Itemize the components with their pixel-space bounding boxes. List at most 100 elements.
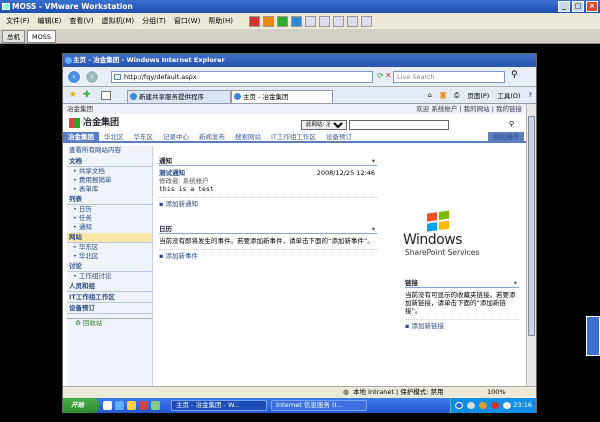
snapshot-icon[interactable] bbox=[305, 15, 317, 27]
ql-item[interactable]: • 日历 bbox=[67, 205, 152, 214]
search-scope-select[interactable]: 此网站: 冶金集团 bbox=[301, 120, 347, 130]
ql-heading-lists[interactable]: 列表 bbox=[67, 195, 152, 205]
menu-help[interactable]: 帮助(H) bbox=[208, 16, 233, 26]
minimize-button[interactable]: _ bbox=[558, 1, 570, 12]
ql-item[interactable]: • 华北区 bbox=[67, 252, 152, 261]
site-title[interactable]: 冶金集团 bbox=[67, 116, 217, 130]
nav-home[interactable]: 冶金集团 bbox=[63, 132, 99, 141]
print-icon[interactable]: ⎙ bbox=[454, 91, 459, 100]
suspend-icon[interactable] bbox=[263, 15, 275, 27]
task-iis[interactable]: Internet 信息服务 (I... bbox=[271, 400, 367, 411]
menu-team[interactable]: 分组(T) bbox=[142, 16, 166, 26]
tray-alert-icon[interactable] bbox=[491, 402, 499, 409]
show-desktop-icon[interactable] bbox=[103, 401, 112, 410]
nav-news[interactable]: 新闻发布 bbox=[194, 132, 230, 141]
menu-window[interactable]: 窗口(W) bbox=[174, 16, 200, 26]
security-zone[interactable]: 本地 Intranet | 保护模式: 禁用 bbox=[353, 387, 444, 398]
ql-heading-discussions[interactable]: 讨论 bbox=[67, 262, 152, 272]
ie-tab-ssp[interactable]: 新建共享服务提供程序 bbox=[127, 90, 231, 103]
add-event-link[interactable]: ▪ 添加新事件 bbox=[159, 249, 377, 260]
help-icon[interactable]: ? bbox=[529, 91, 532, 99]
nav-it-workspace[interactable]: IT工作组工作区 bbox=[266, 132, 321, 141]
tray-network-icon[interactable] bbox=[455, 402, 463, 409]
ql-item[interactable]: • 表单库 bbox=[67, 185, 152, 194]
webpart-menu-icon[interactable]: ▾ bbox=[372, 156, 375, 166]
quick-switch-icon[interactable] bbox=[361, 15, 373, 27]
back-icon[interactable]: ‹ bbox=[67, 70, 81, 84]
add-announcement-link[interactable]: ▪ 添加新通知 bbox=[159, 197, 377, 208]
ql-item[interactable]: • 任务 bbox=[67, 214, 152, 223]
links-title[interactable]: 链接 bbox=[405, 279, 418, 287]
explorer-quicklaunch-icon[interactable] bbox=[127, 401, 136, 410]
site-search-input[interactable] bbox=[349, 120, 449, 130]
side-gadget[interactable] bbox=[586, 316, 600, 356]
feeds-icon[interactable]: ◙ bbox=[440, 91, 446, 99]
tab-moss[interactable]: MOSS bbox=[27, 29, 56, 43]
maximize-button[interactable]: □ bbox=[572, 1, 584, 12]
page-menu[interactable]: 页面(P) bbox=[467, 90, 489, 100]
refresh-icon[interactable]: ⟳ bbox=[377, 71, 384, 80]
power-on-icon[interactable] bbox=[277, 15, 289, 27]
ql-heading-sites[interactable]: 网站 bbox=[67, 233, 152, 243]
menu-file[interactable]: 文件(F) bbox=[6, 16, 30, 26]
tray-volume-icon[interactable] bbox=[467, 402, 475, 409]
site-actions-button[interactable]: 网站操作 bbox=[488, 132, 524, 143]
webpart-menu-icon[interactable]: ▾ bbox=[372, 224, 375, 234]
nav-equipment[interactable]: 设备预订 bbox=[321, 132, 357, 141]
stop-icon[interactable]: ✕ bbox=[385, 71, 392, 80]
start-button[interactable]: 开始 bbox=[63, 398, 99, 413]
tools-menu[interactable]: 工具(O) bbox=[497, 90, 520, 100]
site-search-icon[interactable]: ⚲ bbox=[509, 120, 519, 130]
calendar-title[interactable]: 日历 bbox=[159, 225, 172, 233]
page-scrollbar[interactable] bbox=[526, 104, 536, 386]
app-quicklaunch-icon-2[interactable] bbox=[151, 401, 160, 410]
search-input[interactable]: Live Search bbox=[393, 71, 505, 83]
add-link-link[interactable]: ▪ 添加新链接 bbox=[405, 319, 519, 330]
view-all-content-link[interactable]: 查看所有网站内容 bbox=[67, 146, 152, 155]
fullscreen-icon[interactable] bbox=[347, 15, 359, 27]
home-icon[interactable]: ⌂ bbox=[428, 91, 432, 99]
app-quicklaunch-icon[interactable] bbox=[139, 401, 148, 410]
snapshot-manager-icon[interactable] bbox=[333, 15, 345, 27]
menu-vm[interactable]: 虚拟机(M) bbox=[102, 16, 135, 26]
breadcrumb[interactable]: 冶金集团 bbox=[67, 105, 93, 113]
ql-heading-docs[interactable]: 文档 bbox=[67, 157, 152, 167]
ql-item[interactable]: • 费用报销单 bbox=[67, 176, 152, 185]
clock[interactable]: 23:16 bbox=[513, 401, 532, 409]
ql-item[interactable]: • 通知 bbox=[67, 223, 152, 232]
tab-list-icon[interactable] bbox=[101, 91, 111, 100]
revert-icon[interactable] bbox=[319, 15, 331, 27]
tray-security-icon[interactable] bbox=[479, 402, 487, 409]
search-icon[interactable]: ⚲ bbox=[511, 70, 518, 80]
nav-search[interactable]: 搜索网站 bbox=[230, 132, 266, 141]
ie-tab-home[interactable]: 主页 - 冶金集团 bbox=[231, 90, 333, 103]
ql-item[interactable]: • 共享文档 bbox=[67, 167, 152, 176]
menu-edit[interactable]: 编辑(E) bbox=[38, 16, 62, 26]
ql-item[interactable]: • 工作组讨论 bbox=[67, 272, 152, 281]
ie-quicklaunch-icon[interactable] bbox=[115, 401, 124, 410]
reset-icon[interactable] bbox=[291, 15, 303, 27]
ql-heading-equipment[interactable]: 设备预订 bbox=[67, 304, 152, 314]
recycle-bin-link[interactable]: ♻ 回收站 bbox=[67, 318, 152, 328]
favorites-star-icon[interactable]: ★ bbox=[69, 90, 77, 100]
close-button[interactable]: × bbox=[586, 1, 598, 12]
add-favorite-icon[interactable]: ✚ bbox=[83, 90, 91, 100]
ql-item[interactable]: • 华东区 bbox=[67, 243, 152, 252]
webpart-menu-icon[interactable]: ▾ bbox=[514, 278, 517, 288]
user-links[interactable]: 欢迎 系统帐户 | 我的网站 | 我的链接 bbox=[416, 104, 522, 114]
nav-east[interactable]: 华东区 bbox=[129, 132, 159, 141]
nav-records[interactable]: 记录中心 bbox=[158, 132, 194, 141]
nav-north[interactable]: 华北区 bbox=[99, 132, 129, 141]
tray-app-icon[interactable] bbox=[503, 402, 511, 409]
address-bar[interactable]: http://fqy/default.aspx bbox=[111, 71, 373, 83]
zoom-level[interactable]: 100% bbox=[487, 387, 506, 398]
announcements-title[interactable]: 通知 bbox=[159, 157, 172, 165]
ql-heading-it[interactable]: IT工作组工作区 bbox=[67, 293, 152, 303]
scroll-thumb[interactable] bbox=[528, 116, 535, 336]
menu-view[interactable]: 查看(V) bbox=[69, 16, 93, 26]
forward-icon[interactable]: › bbox=[85, 70, 99, 84]
power-off-icon[interactable] bbox=[249, 15, 261, 27]
task-ie[interactable]: 主页 - 冶金集团 - W... bbox=[171, 400, 267, 411]
ql-heading-people[interactable]: 人员和组 bbox=[67, 282, 152, 292]
tab-home[interactable]: 总机 bbox=[2, 29, 25, 43]
